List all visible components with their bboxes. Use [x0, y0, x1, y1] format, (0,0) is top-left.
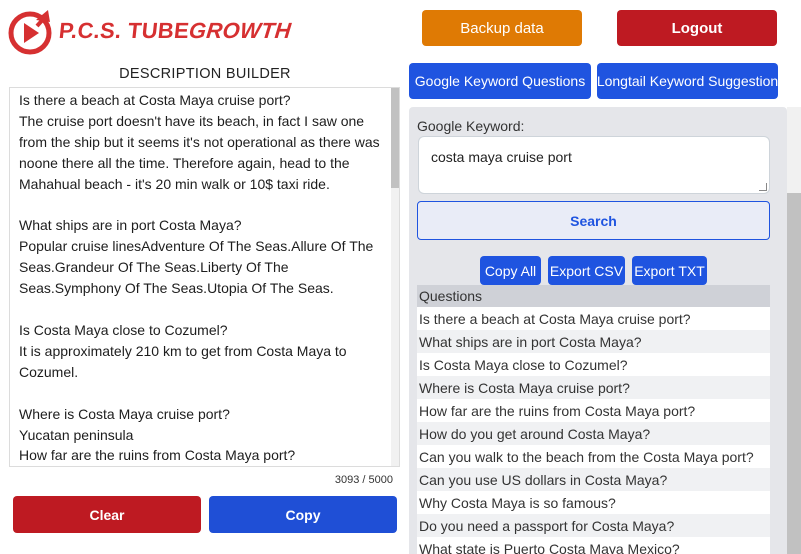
questions-table-header: Questions	[417, 285, 770, 307]
question-row[interactable]: Where is Costa Maya cruise port?	[417, 376, 770, 399]
logo-text-prefix: P.C.S. TUBE	[57, 18, 191, 43]
question-row[interactable]: How do you get around Costa Maya?	[417, 422, 770, 445]
logo-text-suffix: GROWTH	[187, 18, 293, 43]
question-row[interactable]: How far are the ruins from Costa Maya po…	[417, 399, 770, 422]
logout-button[interactable]: Logout	[617, 10, 777, 46]
description-scrollbar[interactable]	[391, 88, 399, 466]
longtail-keyword-suggestion-button[interactable]: Longtail Keyword Suggestion	[597, 63, 778, 99]
question-row[interactable]: Why Costa Maya is so famous?	[417, 491, 770, 514]
question-row[interactable]: Do you need a passport for Costa Maya?	[417, 514, 770, 537]
question-row[interactable]: Can you walk to the beach from the Costa…	[417, 445, 770, 468]
resize-grip-icon[interactable]	[759, 183, 767, 191]
app-logo[interactable]: P.C.S. TUBEGROWTH	[6, 6, 293, 56]
backup-data-button[interactable]: Backup data	[422, 10, 582, 46]
character-counter: 3093 / 5000	[334, 474, 393, 486]
description-builder-title: DESCRIPTION BUILDER	[119, 66, 291, 82]
question-row[interactable]: What ships are in port Costa Maya?	[417, 330, 770, 353]
copy-button[interactable]: Copy	[209, 496, 397, 533]
copy-all-button[interactable]: Copy All	[480, 256, 541, 285]
google-keyword-input-value[interactable]: costa maya cruise port	[431, 149, 572, 165]
search-button[interactable]: Search	[417, 201, 770, 240]
description-text[interactable]: Is there a beach at Costa Maya cruise po…	[19, 90, 387, 466]
google-keyword-label: Google Keyword:	[417, 118, 525, 134]
google-keyword-input[interactable]: costa maya cruise port	[418, 136, 770, 194]
google-keyword-questions-button[interactable]: Google Keyword Questions	[409, 63, 591, 99]
clear-button[interactable]: Clear	[13, 496, 201, 533]
questions-list: Is there a beach at Costa Maya cruise po…	[417, 307, 770, 554]
logo-text: P.C.S. TUBEGROWTH	[58, 18, 293, 44]
question-row[interactable]: Is Costa Maya close to Cozumel?	[417, 353, 770, 376]
keyword-tool-panel: Google Keyword: costa maya cruise port S…	[409, 107, 787, 554]
page-scrollbar-thumb[interactable]	[787, 193, 801, 554]
logo-play-arrow-icon	[8, 10, 52, 55]
description-scrollbar-thumb[interactable]	[391, 88, 399, 188]
export-csv-button[interactable]: Export CSV	[548, 256, 625, 285]
question-row[interactable]: What state is Puerto Costa Maya Mexico?	[417, 537, 770, 554]
export-txt-button[interactable]: Export TXT	[632, 256, 707, 285]
question-row[interactable]: Is there a beach at Costa Maya cruise po…	[417, 307, 770, 330]
question-row[interactable]: Can you use US dollars in Costa Maya?	[417, 468, 770, 491]
description-textarea[interactable]: Is there a beach at Costa Maya cruise po…	[9, 87, 400, 467]
